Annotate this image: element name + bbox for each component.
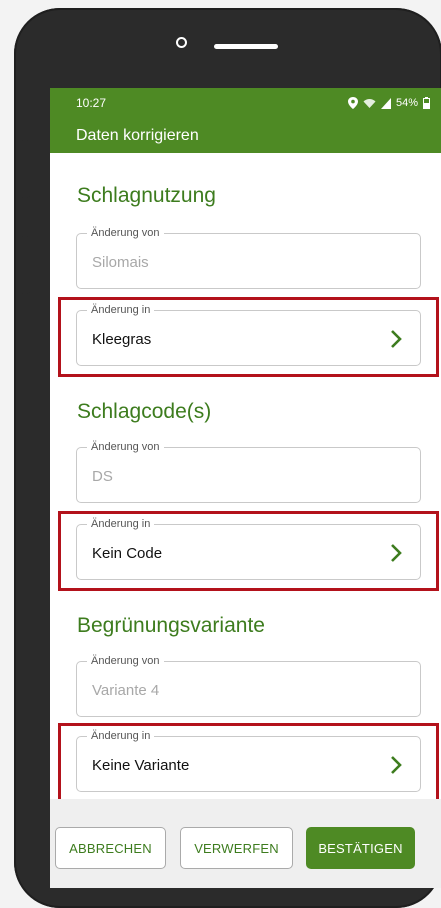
app-bar: Daten korrigieren (50, 118, 441, 153)
field-value: Keine Variante (92, 757, 190, 774)
phone-frame: 10:27 54% Daten korrigieren Schlagnutzun… (14, 8, 441, 908)
wifi-icon (363, 98, 376, 108)
battery-level: 54% (395, 97, 418, 109)
schlagnutzung-from-field: Änderung von Silomais (76, 227, 421, 289)
field-label: Änderung von (87, 227, 164, 239)
page-title: Daten korrigieren (76, 126, 199, 144)
battery-icon (423, 97, 430, 109)
status-time: 10:27 (76, 96, 107, 110)
field-label: Änderung in (87, 518, 155, 530)
field-label: Änderung in (87, 304, 155, 316)
status-icons: 54% (347, 97, 430, 109)
chevron-right-icon (391, 544, 402, 562)
earpiece-speaker (214, 44, 278, 49)
field-value: Silomais (92, 254, 149, 271)
chevron-right-icon (391, 756, 402, 774)
front-camera (176, 37, 187, 48)
cancel-button[interactable]: ABBRECHEN (55, 827, 166, 869)
field-label: Änderung von (87, 441, 164, 453)
section-title-schlagnutzung: Schlagnutzung (77, 184, 216, 207)
field-value: Variante 4 (92, 682, 160, 699)
field-value: Kein Code (92, 545, 163, 562)
field-label: Änderung von (87, 655, 164, 667)
power-button (20, 236, 30, 294)
field-label: Änderung in (87, 730, 155, 742)
confirm-button[interactable]: BESTÄTIGEN (306, 827, 415, 869)
begruenungsvariante-from-field: Änderung von Variante 4 (76, 655, 421, 717)
schlagnutzung-to-select[interactable]: Änderung in Kleegras (76, 304, 421, 366)
section-title-begruenungsvariante: Begrünungsvariante (77, 614, 265, 637)
field-value: DS (92, 468, 113, 485)
section-title-schlagcode: Schlagcode(s) (77, 400, 212, 423)
signal-icon (380, 97, 391, 109)
app-screen: 10:27 54% Daten korrigieren Schlagnutzun… (50, 88, 441, 888)
volume-button (20, 140, 30, 198)
field-value: Kleegras (92, 331, 152, 348)
schlagcode-to-select[interactable]: Änderung in Kein Code (76, 518, 421, 580)
location-icon (347, 97, 358, 109)
discard-button[interactable]: VERWERFEN (180, 827, 293, 869)
chevron-right-icon (391, 330, 402, 348)
schlagcode-from-field: Änderung von DS (76, 441, 421, 503)
status-bar: 10:27 54% (50, 88, 441, 118)
begruenungsvariante-to-select[interactable]: Änderung in Keine Variante (76, 730, 421, 792)
